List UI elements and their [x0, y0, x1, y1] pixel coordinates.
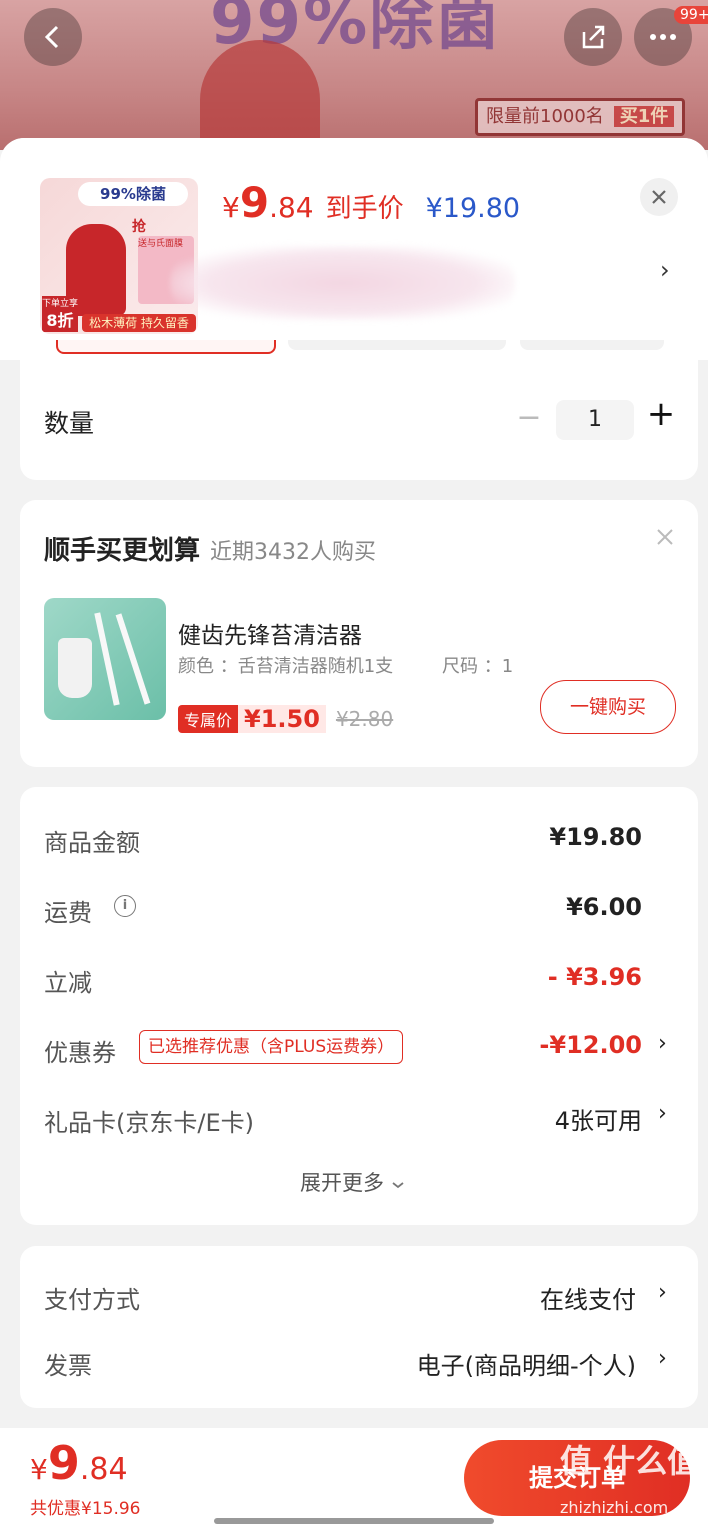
coupon-value[interactable]: -¥12.00 [539, 1031, 642, 1059]
addon-price: ¥1.50 [238, 705, 326, 733]
quantity-card: 数量 − 1 + [20, 360, 698, 480]
expand-more-label: 展开更多 [300, 1171, 384, 1195]
gift-card-label: 礼品卡(京东卡/E卡) [44, 1109, 254, 1137]
invoice-label: 发票 [44, 1352, 92, 1380]
share-icon [582, 25, 605, 49]
final-price-tag: 到手价 [325, 194, 404, 224]
chevron-left-icon [44, 25, 59, 49]
gift-card-value[interactable]: 4张可用 [555, 1101, 642, 1136]
price-summary-card: 商品金额 ¥19.80 运费 i ¥6.00 立减 - ¥3.96 优惠券 已选… [20, 787, 698, 1225]
quantity-plus-button[interactable]: + [646, 394, 676, 434]
total-integer: 9 [47, 1436, 80, 1490]
close-icon [657, 529, 673, 545]
chevron-right-icon[interactable]: › [658, 1101, 667, 1126]
one-click-buy-button[interactable]: 一键购买 [540, 680, 676, 734]
payment-method-label: 支付方式 [44, 1286, 140, 1314]
payment-card: 支付方式 在线支付 › 发票 电子(商品明细-个人) › [20, 1246, 698, 1408]
share-button[interactable] [564, 8, 622, 66]
addon-close-button[interactable] [656, 528, 674, 550]
expand-more-button[interactable]: 展开更多 [300, 1167, 405, 1197]
chevron-right-icon[interactable]: › [658, 1346, 667, 1371]
total-discount: 共优惠¥15.96 [30, 1499, 141, 1519]
price-line: ¥ 9 .84 到手价 ¥19.80 [222, 178, 521, 227]
price-symbol: ¥ [222, 191, 240, 224]
checkout-footer: ¥ 9 .84 共优惠¥15.96 提交订单 值 什么值得买 zhizhizhi… [0, 1428, 708, 1528]
watermark-url: zhizhizhi.com [560, 1498, 669, 1517]
thumb-slogan: 松木薄荷 持久留香 [82, 314, 196, 332]
spec-chip-selected[interactable] [56, 340, 276, 354]
cleaner-stick [115, 613, 151, 705]
banner-promo-strip: 限量前1000名 买1件 [475, 98, 686, 136]
addon-original-price: ¥2.80 [335, 707, 394, 731]
coupon-selected-tag[interactable]: 已选推荐优惠（含PLUS运费券） [139, 1030, 404, 1064]
banner-bottle-image [200, 40, 320, 150]
redacted-spec [170, 246, 515, 320]
addon-item-name: 健齿先锋苔清洁器 [178, 623, 362, 649]
more-icon [650, 34, 676, 40]
message-count-badge: 99+ [674, 6, 708, 24]
invoice-value[interactable]: 电子(商品明细-个人) [417, 1346, 636, 1381]
price-decimal: .84 [269, 191, 314, 224]
goods-amount-label: 商品金额 [44, 829, 140, 857]
chevron-right-icon[interactable]: › [658, 1031, 667, 1056]
quantity-minus-button[interactable]: − [514, 400, 544, 435]
close-button[interactable] [640, 178, 678, 216]
goods-amount-value: ¥19.80 [549, 823, 642, 851]
footer-total: ¥ 9 .84 [30, 1436, 128, 1490]
spec-chip[interactable] [288, 340, 506, 350]
thumb-discount-pre: 下单立享 [42, 296, 78, 310]
payment-method-value[interactable]: 在线支付 [540, 1280, 636, 1315]
addon-price-line: 专属价 ¥1.50 ¥2.80 [178, 704, 393, 734]
spec-chevron-icon[interactable]: › [660, 256, 670, 284]
addon-subtitle: 近期3432人购买 [210, 540, 377, 565]
thumb-discount: 8折 [42, 310, 78, 332]
price-integer: 9 [239, 178, 270, 227]
addon-item-color: 颜色 ：舌苔清洁器随机1支 [178, 656, 394, 677]
addon-item-image[interactable] [44, 598, 166, 720]
instant-discount-label: 立减 [44, 969, 92, 997]
chevron-down-icon [392, 1182, 404, 1189]
back-button[interactable] [24, 8, 82, 66]
product-thumbnail[interactable]: 99%除菌 抢 送与氏面膜 下单立享 8折 松木薄荷 持久留香 [40, 178, 198, 334]
banner-promo-text: 限量前1000名 [486, 106, 604, 127]
watermark-logo: 值 什么值得买 [560, 1442, 708, 1480]
thumb-headline: 99%除菌 [78, 182, 188, 206]
shipping-value: ¥6.00 [566, 893, 642, 921]
order-sheet: 99%除菌 抢 送与氏面膜 下单立享 8折 松木薄荷 持久留香 ¥ 9 .84 … [0, 138, 708, 1528]
addon-card: 顺手买更划算 近期3432人购买 健齿先锋苔清洁器 颜色 ：舌苔清洁器随机1支 … [20, 500, 698, 767]
total-symbol: ¥ [30, 1453, 48, 1486]
total-decimal: .84 [79, 1452, 128, 1487]
thumb-grab-label: 抢 [132, 219, 146, 235]
chevron-right-icon[interactable]: › [658, 1280, 667, 1305]
addon-item-size: 尺码 ：1 [442, 656, 514, 677]
instant-discount-value: - ¥3.96 [547, 963, 642, 991]
spec-chip[interactable] [520, 340, 664, 350]
close-icon [652, 190, 666, 204]
addon-header: 顺手买更划算 近期3432人购买 [44, 530, 376, 567]
original-price: ¥19.80 [425, 193, 521, 224]
cleaner-stick [94, 612, 120, 706]
home-indicator [214, 1518, 494, 1524]
coupon-label: 优惠券 [44, 1039, 116, 1067]
quantity-label: 数量 [44, 409, 95, 438]
info-icon[interactable]: i [114, 895, 136, 917]
addon-title: 顺手买更划算 [44, 536, 201, 566]
cup-shape [58, 638, 92, 698]
shipping-label: 运费 [44, 899, 92, 927]
quantity-input[interactable]: 1 [556, 400, 634, 440]
addon-price-tag: 专属价 [178, 705, 239, 733]
banner-promo-badge: 买1件 [613, 106, 675, 127]
